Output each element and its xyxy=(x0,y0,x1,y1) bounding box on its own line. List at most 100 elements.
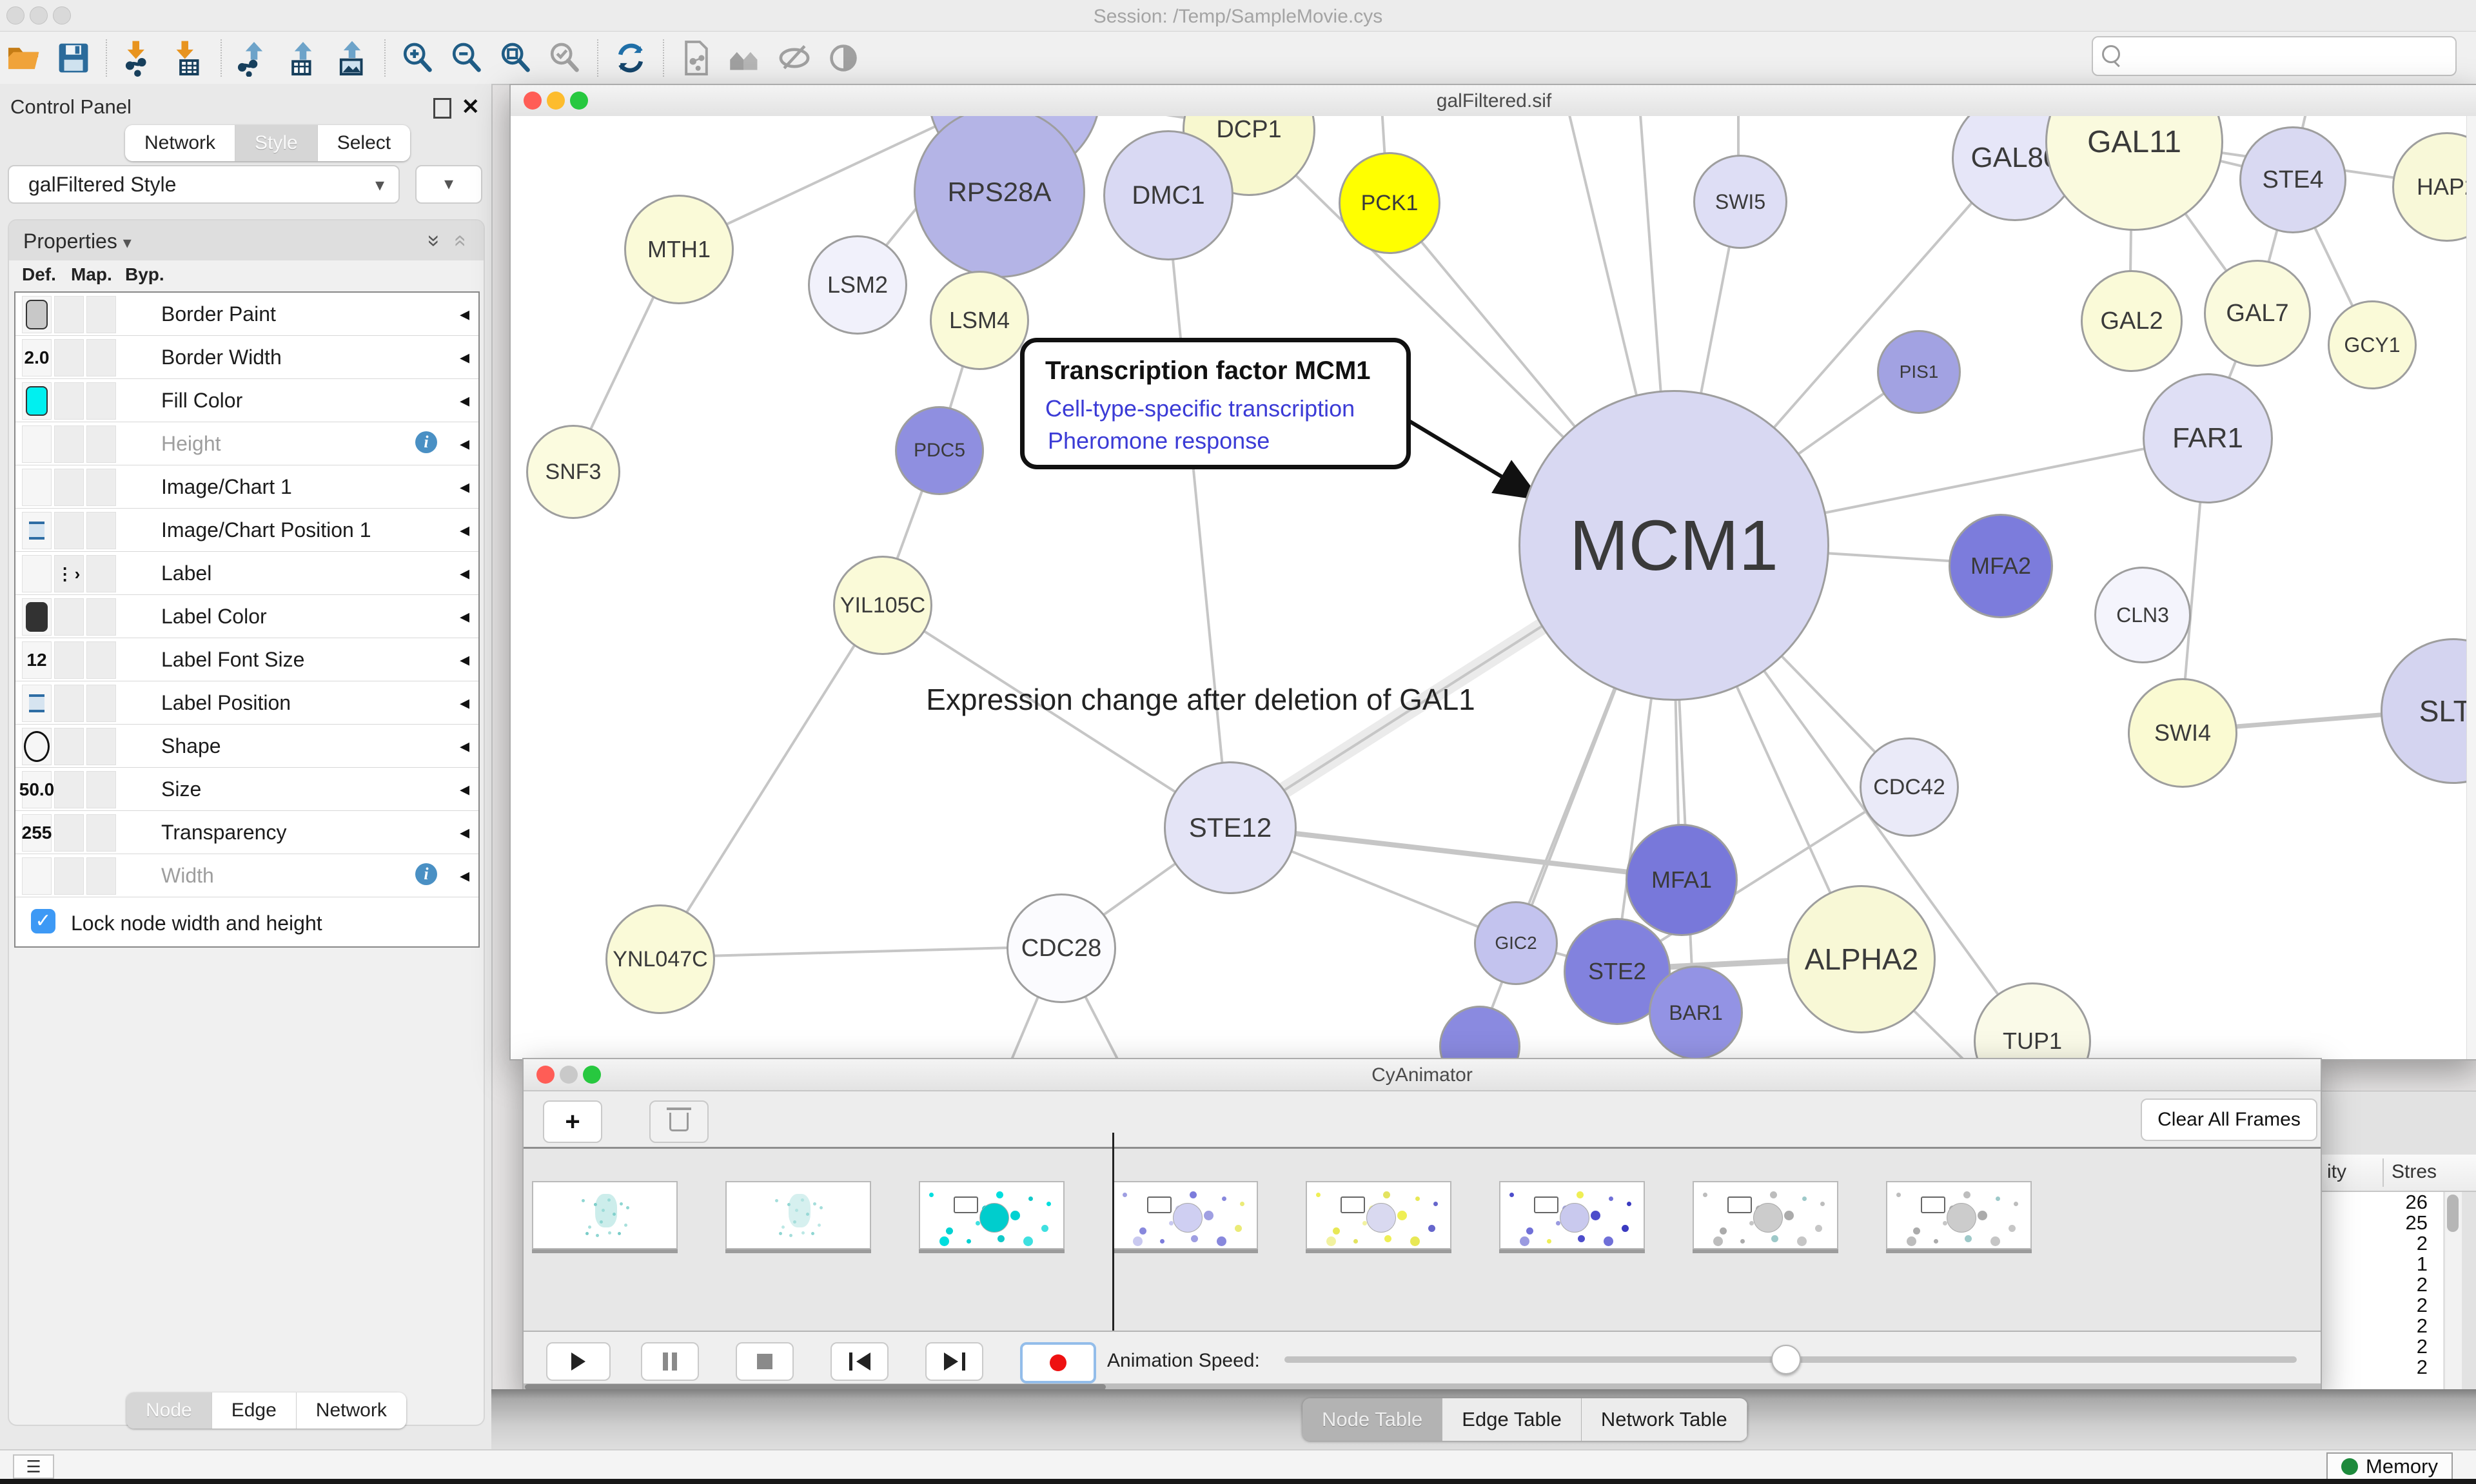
frame-thumbnail-4[interactable] xyxy=(1306,1181,1451,1249)
default-cell[interactable]: 12 xyxy=(22,641,52,679)
mapping-cell[interactable] xyxy=(54,382,84,420)
bypass-cell[interactable] xyxy=(86,598,116,636)
mapping-cell[interactable] xyxy=(54,339,84,376)
bypass-cell[interactable] xyxy=(86,425,116,463)
mapping-cell[interactable] xyxy=(54,469,84,506)
stop-button[interactable] xyxy=(736,1342,794,1381)
table-cell[interactable]: 2 xyxy=(2322,1316,2443,1336)
bypass-cell[interactable] xyxy=(86,728,116,765)
position-icon[interactable] xyxy=(29,522,44,540)
bypass-cell[interactable] xyxy=(86,555,116,592)
info-icon[interactable]: i xyxy=(415,863,437,885)
default-value[interactable]: 2.0 xyxy=(25,347,50,368)
mapping-cell[interactable] xyxy=(54,296,84,333)
expand-property-icon[interactable]: ◂ xyxy=(460,346,469,369)
network-node-pdc5[interactable]: PDC5 xyxy=(895,406,984,495)
network-file-button[interactable] xyxy=(676,38,717,78)
color-swatch[interactable] xyxy=(26,300,48,329)
bypass-cell[interactable] xyxy=(86,512,116,549)
network-vertical-scrollbar[interactable] xyxy=(2466,116,2476,1059)
mapping-cell[interactable] xyxy=(54,728,84,765)
pause-button[interactable] xyxy=(641,1342,699,1381)
mapping-cell[interactable] xyxy=(54,598,84,636)
properties-header[interactable]: Properties ▾ « « xyxy=(9,220,484,262)
default-cell[interactable] xyxy=(22,296,52,333)
default-value[interactable]: 50.0 xyxy=(19,779,55,800)
frame-thumbnail-5[interactable] xyxy=(1499,1181,1645,1249)
table-cell[interactable]: 2 xyxy=(2322,1336,2443,1357)
network-node-cln3[interactable]: CLN3 xyxy=(2094,567,2191,663)
memory-button[interactable]: Memory xyxy=(2326,1452,2453,1481)
style-options-button[interactable]: ▾ xyxy=(415,165,482,204)
expand-property-icon[interactable]: ◂ xyxy=(460,649,469,671)
default-cell[interactable] xyxy=(22,512,52,549)
network-node-swi5[interactable]: SWI5 xyxy=(1693,155,1787,249)
tab-style[interactable]: Style xyxy=(235,125,318,161)
network-node-ynl047c[interactable]: YNL047C xyxy=(605,904,715,1014)
default-cell[interactable] xyxy=(22,555,52,592)
save-session-button[interactable] xyxy=(53,38,94,78)
mapping-cell[interactable] xyxy=(54,641,84,679)
bypass-cell[interactable] xyxy=(86,814,116,852)
expand-property-icon[interactable]: ◂ xyxy=(460,692,469,714)
network-node-ste4[interactable]: STE4 xyxy=(2239,126,2346,233)
import-network-button[interactable] xyxy=(119,38,160,78)
tab-network-table[interactable]: Network Table xyxy=(1582,1398,1747,1441)
network-node-ste12[interactable]: STE12 xyxy=(1164,761,1297,894)
zoom-in-button[interactable] xyxy=(397,38,438,78)
mapping-cell[interactable] xyxy=(54,857,84,895)
zoom-fit-button[interactable] xyxy=(495,38,536,78)
frame-thumbnail-2[interactable] xyxy=(919,1181,1065,1249)
tab-node[interactable]: Node xyxy=(126,1392,212,1429)
network-node-pck1[interactable]: PCK1 xyxy=(1339,152,1440,254)
search-sites-button[interactable] xyxy=(725,38,766,78)
property-row-label-position[interactable]: Label Position◂ xyxy=(15,681,478,725)
network-node-cdc42[interactable]: CDC42 xyxy=(1860,737,1959,837)
open-session-button[interactable] xyxy=(4,38,45,78)
expand-property-icon[interactable]: ◂ xyxy=(460,476,469,498)
property-row-image-chart-position-1[interactable]: Image/Chart Position 1◂ xyxy=(15,509,478,552)
frame-thumbnail-1[interactable] xyxy=(725,1181,871,1249)
tab-select[interactable]: Select xyxy=(318,125,410,161)
lock-size-checkbox[interactable]: ✓ xyxy=(31,909,55,933)
frame-thumbnail-3[interactable] xyxy=(1112,1181,1258,1249)
table-cell[interactable]: 25 xyxy=(2322,1213,2443,1233)
mapping-cell[interactable]: ⋮› xyxy=(54,555,84,592)
position-icon[interactable] xyxy=(29,694,44,712)
speed-slider-knob[interactable] xyxy=(1771,1345,1801,1374)
tab-network[interactable]: Network xyxy=(297,1392,406,1429)
mapping-cell[interactable] xyxy=(54,685,84,722)
shape-circle-icon[interactable] xyxy=(24,731,50,762)
property-row-fill-color[interactable]: Fill Color◂ xyxy=(15,379,478,422)
default-cell[interactable] xyxy=(22,857,52,895)
expand-property-icon[interactable]: ◂ xyxy=(460,562,469,585)
delete-frame-button[interactable] xyxy=(649,1100,709,1143)
skip-start-button[interactable] xyxy=(830,1342,889,1381)
float-panel-icon[interactable] xyxy=(433,98,451,119)
tab-edge[interactable]: Edge xyxy=(212,1392,297,1429)
network-node-gal2[interactable]: GAL2 xyxy=(2081,270,2183,372)
network-node-mfa2[interactable]: MFA2 xyxy=(1949,514,2053,618)
task-history-button[interactable]: ☰ xyxy=(13,1454,54,1479)
expand-property-icon[interactable]: ◂ xyxy=(460,389,469,412)
property-row-border-paint[interactable]: Border Paint◂ xyxy=(15,293,478,336)
property-row-shape[interactable]: Shape◂ xyxy=(15,725,478,768)
bypass-cell[interactable] xyxy=(86,685,116,722)
default-cell[interactable] xyxy=(22,685,52,722)
skip-end-button[interactable] xyxy=(925,1342,983,1381)
property-row-width[interactable]: Widthi◂ xyxy=(15,854,478,897)
add-frame-button[interactable]: + xyxy=(543,1100,602,1143)
default-value[interactable]: 255 xyxy=(22,823,52,843)
default-cell[interactable]: 50.0 xyxy=(22,771,52,808)
default-cell[interactable]: 255 xyxy=(22,814,52,852)
network-node-lsm4[interactable]: LSM4 xyxy=(930,271,1029,370)
zoom-selected-button[interactable] xyxy=(544,38,585,78)
table-column-headers[interactable]: ity Stres xyxy=(2322,1155,2476,1192)
default-cell[interactable] xyxy=(22,425,52,463)
network-node-gal7[interactable]: GAL7 xyxy=(2204,260,2311,367)
network-node-mfa1[interactable]: MFA1 xyxy=(1626,824,1738,936)
property-row-height[interactable]: Heighti◂ xyxy=(15,422,478,465)
mapping-cell[interactable] xyxy=(54,771,84,808)
export-image-button[interactable] xyxy=(331,38,373,78)
table-cell[interactable]: 2 xyxy=(2322,1233,2443,1254)
